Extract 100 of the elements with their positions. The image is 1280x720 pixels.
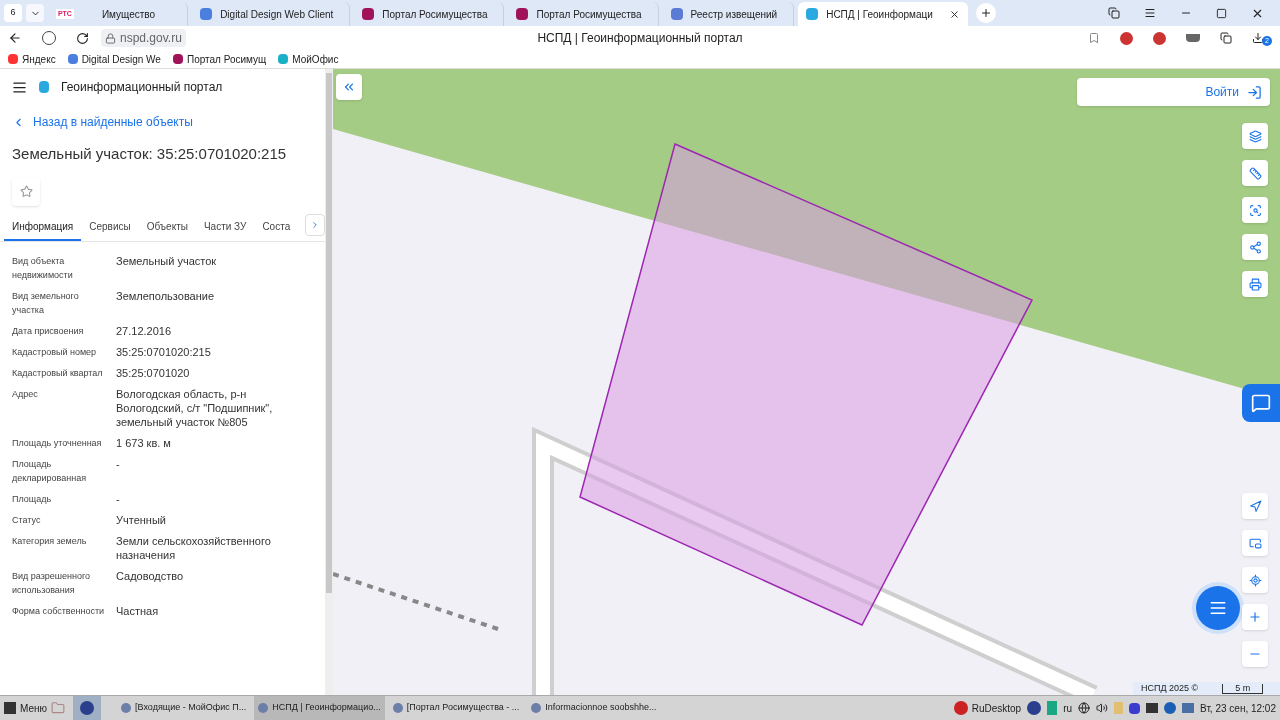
lines-icon [1209,599,1227,617]
back-icon[interactable] [8,31,22,45]
network-icon[interactable] [1078,702,1091,714]
browser-tab[interactable]: Digital Design Web Client [192,2,351,26]
field-value: Садоводство [116,568,184,584]
field-label: Площадь декларированная [12,457,88,485]
browser-launcher-icon[interactable] [73,696,102,720]
tabs-dropdown-button[interactable] [26,4,44,22]
ruler-button[interactable] [1242,160,1268,186]
tabs-icon[interactable] [1108,7,1120,19]
login-button[interactable]: Войти [1077,78,1270,106]
taskbar-window[interactable]: НСПД | Геоинформацио... [254,696,385,720]
panel-tab[interactable]: Части ЗУ [195,214,255,241]
ruler-icon [1248,166,1262,180]
zoom-in-button[interactable] [1242,604,1268,630]
extension-icon[interactable] [1153,31,1166,45]
menu-icon[interactable] [12,79,27,95]
taskbar-window[interactable]: Informacionnoe soobshhe... [527,696,661,720]
layers-button[interactable] [1242,123,1268,149]
scale-bar: 5 m [1222,683,1264,694]
zoom-out-button[interactable] [1242,641,1268,667]
bookmark-item[interactable]: Яндекс [8,51,56,67]
area-search-icon [1248,203,1262,217]
browser-tray-icon[interactable] [1027,701,1042,715]
app-tray-icon[interactable] [1164,702,1177,714]
page-title: НСПД | Геоинформационный портал [537,30,743,47]
field-value: 35:25:0701020 [116,365,190,380]
field-value: Землепользование [116,288,215,304]
portal-title: Геоинформационный портал [61,79,223,96]
login-icon [1247,84,1262,100]
locate-icon [1248,573,1262,587]
field-label: Вид объекта недвижимости [12,254,74,282]
locate-button[interactable] [1242,567,1268,593]
extension-icon[interactable] [1220,32,1232,44]
print-icon [1248,277,1262,291]
field-value: Учтенный [116,512,166,527]
area-search-button[interactable] [1242,197,1268,223]
volume-icon[interactable] [1096,702,1109,714]
share-button[interactable] [1242,234,1268,260]
keyboard-layout[interactable]: ru [1063,700,1073,716]
tab-count-badge[interactable]: 6 [4,4,22,22]
chevron-right-icon [310,219,320,230]
folder-icon[interactable] [51,701,66,715]
field-label: Вид разрешенного использования [12,569,92,597]
portal-logo-icon [39,81,49,93]
close-icon[interactable] [948,8,960,20]
panel-tab[interactable]: Объекты [138,214,196,241]
field-value: 35:25:0701020:215 [116,344,211,359]
back-link[interactable]: Назад в найденные объекты [0,113,325,131]
browser-tab[interactable]: Реестр извещений [662,2,795,26]
tray-app[interactable]: RuDesktop [953,700,1022,716]
tab-label: НСПД | Геоинформаци [826,7,933,22]
field-label: Дата присвоения [12,324,85,338]
extension-icon[interactable] [1186,34,1200,42]
field-value: 1 673 кв. м [116,435,171,450]
chat-button[interactable] [1196,586,1240,630]
bookmark-icon[interactable] [1088,32,1100,44]
taskbar-window[interactable]: [Портал Росимущества - ... [388,696,524,720]
field-label: Площадь [12,492,53,506]
bookmark-item[interactable]: Digital Design We [67,51,161,67]
download-icon[interactable] [1252,32,1264,44]
star-icon [19,185,33,198]
bookmark-item[interactable]: МойОфис [278,51,339,67]
tab-label: Реестр извещений [690,7,778,22]
scrollbar[interactable] [325,69,333,695]
tab-label: Портал Росимущества [382,7,488,22]
share-icon [1248,240,1262,254]
url-text: nspd.gov.ru [120,30,182,47]
field-value: - [116,456,120,472]
tab-label: Имущество [101,7,156,22]
app-tray-icon[interactable] [1129,702,1141,714]
field-value: - [116,491,120,506]
tab-favicon-icon [806,8,819,20]
browser-tab[interactable]: Портал Росимущества [354,2,505,26]
bookmark-item[interactable]: Портал Росимущ [172,51,267,67]
lock-icon [105,32,116,44]
layers-icon [1248,129,1262,143]
panel-tab[interactable]: Информация [4,214,82,241]
collapse-panel-button[interactable] [336,74,362,100]
attribution-text: НСПД 2025 © [1141,681,1199,695]
minimap-button[interactable] [1242,530,1268,556]
print-button[interactable] [1242,271,1268,297]
speech-bubble-icon [1251,393,1271,413]
browser-tab[interactable]: Портал Росимущества [508,2,659,26]
extension-icon[interactable] [1120,31,1133,45]
address-field[interactable]: nspd.gov.ru [101,29,186,47]
navigation-button[interactable] [1242,493,1268,519]
maximize-icon[interactable] [1216,7,1227,19]
reload-icon[interactable] [76,31,89,45]
tab-favicon-icon [200,8,213,20]
object-title: Земельный участок: 35:25:0701020:215 [11,144,288,164]
new-tab-button[interactable] [975,3,996,23]
panel-tab[interactable]: Сервисы [81,214,139,241]
panel-tab[interactable]: Соста [254,214,299,241]
field-label: Адрес [12,387,39,401]
start-menu-button[interactable]: Меню [0,696,52,720]
browser-tab[interactable]: НСПД | Геоинформаци [798,2,968,26]
feedback-button[interactable] [1242,384,1280,422]
menu-icon[interactable] [1144,7,1156,19]
taskbar-window[interactable]: [Входящие - МойОфис П... [117,696,251,720]
